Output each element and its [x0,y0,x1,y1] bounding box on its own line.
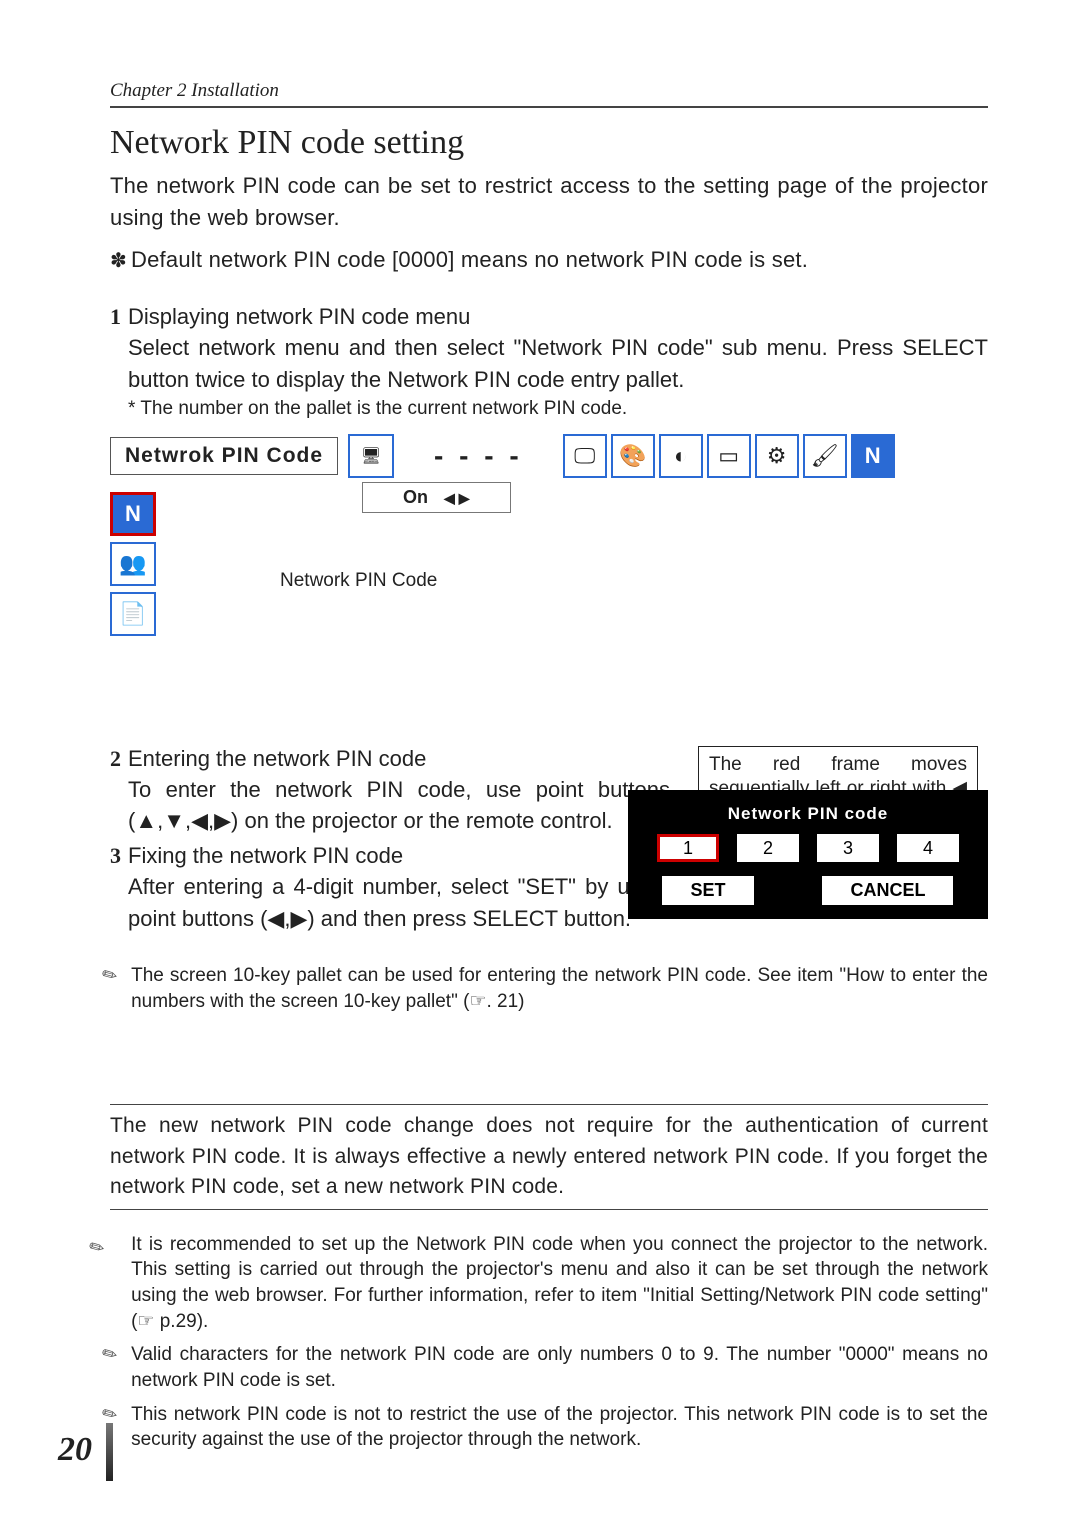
left-right-arrows-icon [444,487,470,508]
chapter-header: Chapter 2 Installation [110,80,988,108]
network-menu-icon: N [110,492,156,536]
step-1-heading: Displaying network PIN code menu [128,304,988,330]
keypad-digit-3[interactable]: 3 [817,834,879,862]
intro-paragraph-1: The network PIN code can be set to restr… [110,170,988,234]
asterisk-icon: ✽ [110,247,127,276]
gear-icon: ⚙ [755,434,799,478]
notice-text: The new network PIN code change does not… [110,1111,988,1202]
pin-keypad: Network PIN code 1 2 3 4 SET CANCEL [628,790,988,919]
network-icon: N [851,434,895,478]
step-2-text: To enter the network PIN code, use point… [128,774,670,838]
osd-side-icons: N 👥 📄 [110,492,160,636]
osd-pin-label: Netwrok PIN Code [110,437,338,475]
step-number-2: 2 [110,746,128,838]
step-1-footnote: * The number on the pallet is the curren… [128,398,988,420]
aspect-icon: ▭ [707,434,751,478]
palette-icon: 🎨 [611,434,655,478]
keypad-digit-1[interactable]: 1 [657,834,719,862]
page-number-bar-icon [106,1423,113,1481]
brush-icon: 🖌 [803,434,847,478]
osd-menu-bar: Netwrok PIN Code 🖥 - - - - 🖵 🎨 ◐ ▭ ⚙ 🖌 N [110,434,988,478]
keypad-set-button[interactable]: SET [662,876,753,905]
step-number-3: 3 [110,843,128,935]
keypad-cancel-button[interactable]: CANCEL [822,876,953,905]
page-icon: 📄 [110,592,156,636]
intro-paragraph-2: ✽Default network PIN code [0000] means n… [110,244,988,276]
osd-on-pill: On [362,482,511,513]
step-2-heading: Entering the network PIN code [128,746,670,772]
osd-caption: Network PIN Code [280,570,437,592]
pallet-note: The screen 10-key pallet can be used for… [131,963,988,1014]
step-3-text: After entering a 4-digit number, select … [128,871,670,935]
page-number: 20 [58,1423,113,1481]
keypad-digit-4[interactable]: 4 [897,834,959,862]
keypad-digit-2[interactable]: 2 [737,834,799,862]
step-3-heading: Fixing the network PIN code [128,843,670,869]
after-note-3: This network PIN code is not to restrict… [131,1402,988,1453]
osd-pin-value: - - - - [404,440,553,472]
after-note-2: Valid characters for the network PIN cod… [131,1342,988,1393]
section-title: Network PIN code setting [110,124,988,162]
house-icon: 🖵 [563,434,607,478]
contrast-icon: ◐ [659,434,703,478]
osd-top-icons: 🖵 🎨 ◐ ▭ ⚙ 🖌 N [563,434,895,478]
users-icon: 👥 [110,542,156,586]
osd-submenu-icon: 🖥 [348,434,394,478]
keypad-title: Network PIN code [640,804,976,824]
after-note-1: It is recommended to set up the Network … [131,1232,988,1335]
step-1-text: Select network menu and then select "Net… [128,332,988,396]
step-number-1: 1 [110,304,128,420]
